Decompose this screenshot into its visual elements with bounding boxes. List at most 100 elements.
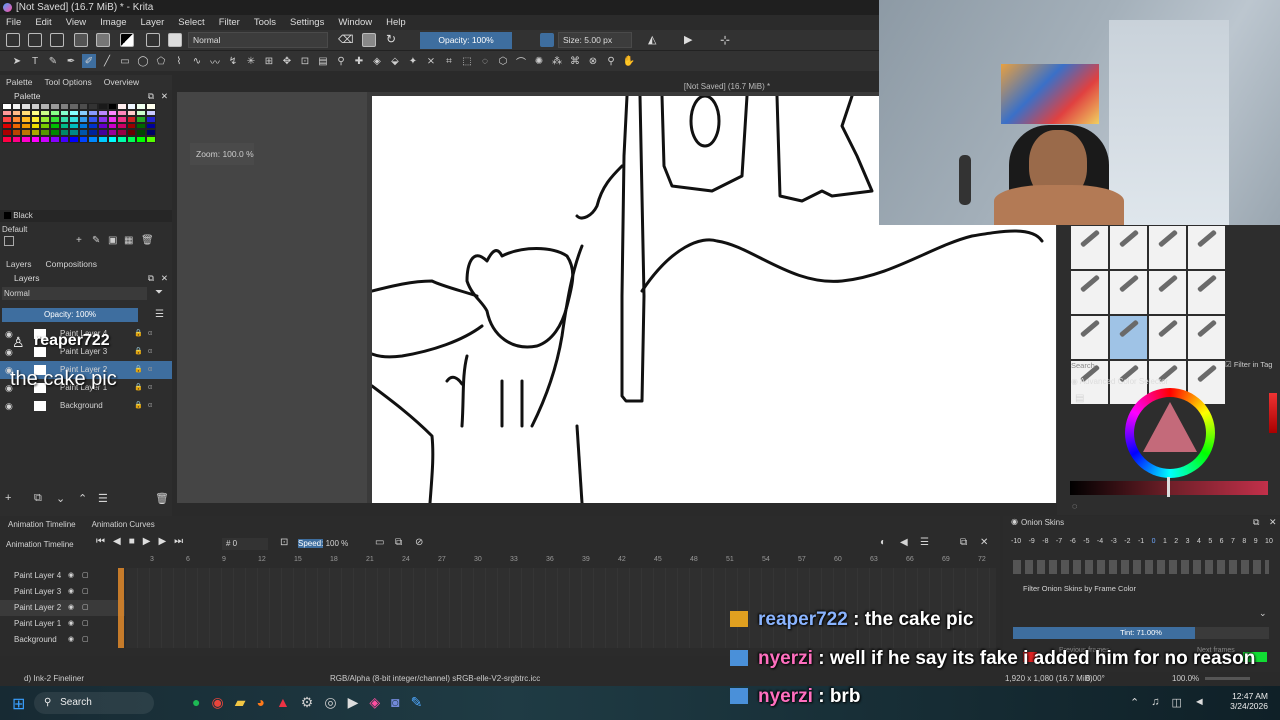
menu-edit[interactable]: Edit xyxy=(35,17,51,28)
timeline-layer-row[interactable]: Paint Layer 1 ◉ ▢ xyxy=(0,616,125,632)
close-icon[interactable]: ✕ xyxy=(161,272,168,284)
prev-frame-icon[interactable]: ◀ xyxy=(113,536,121,547)
menu-layer[interactable]: Layer xyxy=(141,17,165,28)
network-icon[interactable]: ◫ xyxy=(1171,696,1181,709)
palette-swatch[interactable] xyxy=(69,109,79,117)
polygon-tool-icon[interactable]: ⬠ xyxy=(154,54,168,68)
brush-preset-icon[interactable] xyxy=(1149,271,1186,314)
bezier-select-icon[interactable]: ⌘ xyxy=(568,54,582,68)
onion-frame-number[interactable]: 7 xyxy=(1231,538,1235,545)
audio-icon[interactable]: ◀ xyxy=(900,537,908,548)
onion-opacity-bars[interactable] xyxy=(1013,560,1269,574)
layer-properties-icon[interactable]: ☰ xyxy=(98,492,108,505)
onion-frame-number[interactable]: 10 xyxy=(1265,538,1273,545)
brush-preset-icon[interactable] xyxy=(1110,316,1147,359)
filter-in-tag-checkbox[interactable]: ☑ Filter in Tag xyxy=(1225,360,1272,369)
tab-palette[interactable]: Palette xyxy=(6,75,32,90)
palette-swatch[interactable] xyxy=(78,122,89,130)
palette-swatch[interactable] xyxy=(88,122,98,130)
onion-frame-number[interactable]: 4 xyxy=(1197,538,1201,545)
eye-icon[interactable]: ◉ xyxy=(68,632,74,648)
frame-grid[interactable] xyxy=(126,568,996,648)
fill-tool-icon[interactable]: ◈ xyxy=(370,54,384,68)
palette-swatch[interactable] xyxy=(2,135,12,143)
rect-select-icon[interactable]: ⬚ xyxy=(460,54,474,68)
palette-swatch[interactable] xyxy=(107,135,118,143)
palette-swatch[interactable] xyxy=(69,129,79,136)
onion-frame-number[interactable]: 8 xyxy=(1242,538,1246,545)
onion-filter-label[interactable]: Filter Onion Skins by Frame Color xyxy=(1023,584,1136,593)
freehand-brush-icon[interactable]: ✐ xyxy=(82,54,96,68)
layout-icon[interactable]: ▭ xyxy=(375,537,384,548)
palette-swatch[interactable] xyxy=(117,129,127,136)
onion-frame-number[interactable]: -1 xyxy=(1138,538,1144,545)
opacity-slider[interactable]: Opacity: 100% xyxy=(420,32,512,49)
assistant-tool-icon[interactable]: ✦ xyxy=(406,54,420,68)
media-player-icon[interactable]: ▶ xyxy=(348,694,359,711)
spotify-icon[interactable]: ● xyxy=(192,694,200,711)
layer-menu-icon[interactable]: ☰ xyxy=(155,309,164,320)
clear-frame-icon[interactable]: ⊘ xyxy=(415,537,423,548)
calligraphy-icon[interactable]: ✒ xyxy=(64,54,78,68)
palette-swatch[interactable] xyxy=(11,116,22,123)
text-tool-icon[interactable]: T xyxy=(28,54,42,68)
palette-swatch[interactable] xyxy=(2,103,12,110)
onion-frame-number[interactable]: 0 xyxy=(1152,538,1156,545)
last-frame-icon[interactable]: ⏭ xyxy=(174,536,183,547)
lock-icon[interactable]: ▢ xyxy=(82,616,89,632)
palette-swatch[interactable] xyxy=(40,109,50,117)
menu-image[interactable]: Image xyxy=(100,17,126,28)
palette-swatch[interactable] xyxy=(59,135,70,143)
timeline-ruler[interactable]: 3 6 9 12 15 18 21 24 27 30 33 36 39 42 45 48 51 54 57 60 63 6… xyxy=(118,556,998,566)
lock-icon[interactable]: 🔒 xyxy=(134,397,143,415)
shade-cursor[interactable] xyxy=(1167,477,1170,497)
palette-swatch[interactable] xyxy=(69,122,79,130)
palette-swatch[interactable] xyxy=(49,109,60,117)
palette-swatch[interactable] xyxy=(40,135,50,143)
palette-swatch[interactable] xyxy=(40,116,50,123)
palette-swatch[interactable] xyxy=(21,129,31,136)
palette-swatch[interactable] xyxy=(2,116,12,123)
onion-frame-number[interactable]: 5 xyxy=(1208,538,1212,545)
palette-swatch[interactable] xyxy=(69,103,79,110)
layer-blend-select[interactable]: Normal xyxy=(2,287,147,300)
palette-swatch[interactable] xyxy=(126,135,137,143)
palette-swatch[interactable] xyxy=(21,116,31,123)
onion-frame-number[interactable]: -4 xyxy=(1097,538,1103,545)
lock-icon[interactable]: ▢ xyxy=(82,584,89,600)
tab-animation-timeline[interactable]: Animation Timeline xyxy=(8,520,76,529)
ellipse-select-icon[interactable]: ◌ xyxy=(478,54,492,68)
palette-swatch[interactable] xyxy=(145,135,156,143)
palette-swatch[interactable] xyxy=(97,103,108,110)
timeline-layer-row[interactable]: Paint Layer 2 ◉ ▢ xyxy=(0,600,125,616)
move-down-icon[interactable]: ⌄ xyxy=(56,492,65,505)
palette-swatch[interactable] xyxy=(126,103,137,110)
onion-frame-number[interactable]: 9 xyxy=(1254,538,1258,545)
duplicate-layer-icon[interactable]: ⧉ xyxy=(34,492,42,505)
rectangle-tool-icon[interactable]: ▭ xyxy=(118,54,132,68)
current-brush-icon[interactable] xyxy=(168,33,182,47)
palette-swatch[interactable] xyxy=(49,135,60,143)
chrome-icon[interactable]: ◉ xyxy=(211,694,223,711)
smart-patch-icon[interactable]: ✚ xyxy=(352,54,366,68)
dynamic-brush-icon[interactable]: ↯ xyxy=(226,54,240,68)
palette-swatch[interactable] xyxy=(97,129,108,136)
lock-icon[interactable]: ▢ xyxy=(82,568,89,584)
palette-swatch[interactable] xyxy=(78,135,89,143)
stop-icon[interactable]: ■ xyxy=(129,536,135,547)
brush-preset-icon[interactable] xyxy=(1188,271,1225,314)
palette-swatch[interactable] xyxy=(145,116,156,123)
pattern-icon[interactable] xyxy=(96,33,110,47)
microphone-icon[interactable]: ♫ xyxy=(1151,696,1159,709)
timeline-layer-row[interactable]: Background ◉ ▢ xyxy=(0,632,125,648)
alpha-icon[interactable]: α xyxy=(148,343,152,361)
onion-frame-number[interactable]: 2 xyxy=(1174,538,1178,545)
palette-swatch[interactable] xyxy=(88,103,98,110)
taskbar-clock[interactable]: 12:47 AM 3/24/2026 xyxy=(1222,691,1268,711)
palette-swatch[interactable] xyxy=(145,129,156,136)
palette-swatch[interactable] xyxy=(88,109,98,117)
palette-swatch[interactable] xyxy=(69,116,79,123)
float-icon[interactable]: ⧉ xyxy=(960,537,967,548)
current-frame-marker[interactable] xyxy=(118,568,124,648)
brush-search-input[interactable]: Search xyxy=(1071,361,1191,370)
